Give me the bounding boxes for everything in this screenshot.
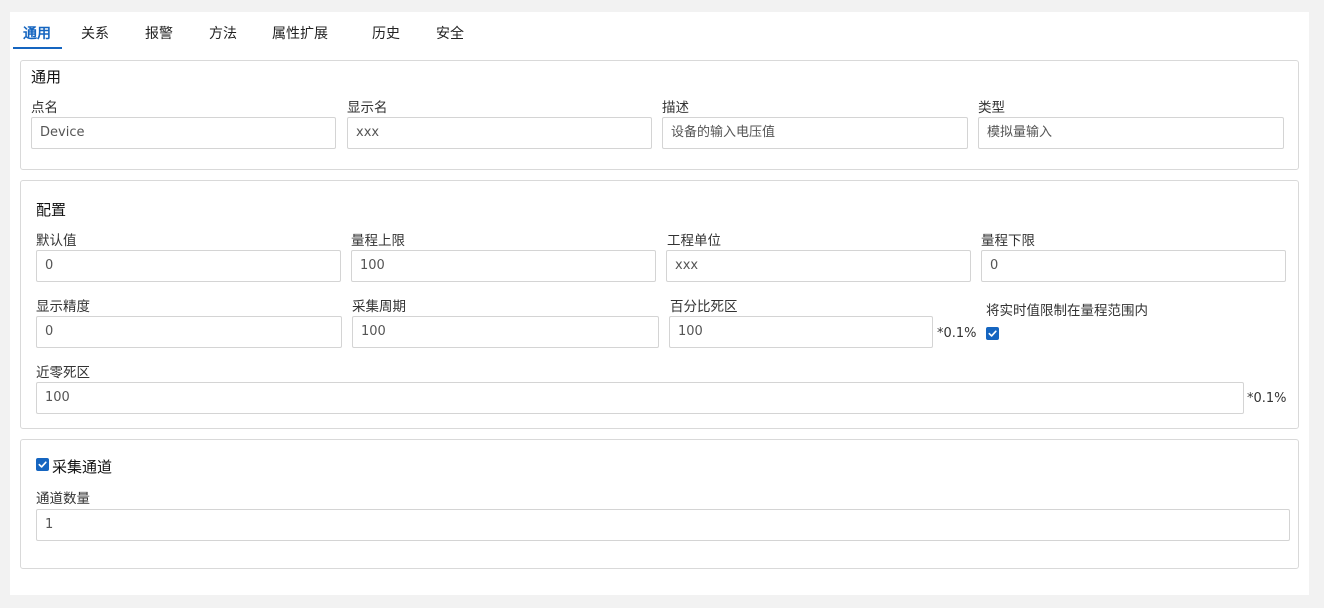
tab-bar: 通用 关系 报警 方法 属性扩展 历史 安全 — [10, 12, 1309, 52]
channel-count-input[interactable]: 1 — [36, 509, 1290, 541]
default-value-input[interactable]: 0 — [36, 250, 341, 282]
checkmark-icon — [38, 461, 47, 468]
type-input[interactable]: 模拟量输入 — [978, 117, 1284, 149]
display-precision-label: 显示精度 — [36, 299, 90, 315]
percent-deadband-unit: *0.1% — [937, 326, 977, 341]
clamp-to-range-checkbox[interactable] — [986, 327, 999, 340]
general-section: 通用 点名 Device 显示名 xxx 描述 设备的输入电压值 类型 模拟量输… — [20, 60, 1299, 170]
range-low-input[interactable]: 0 — [981, 250, 1286, 282]
engineering-unit-input[interactable]: xxx — [666, 250, 971, 282]
near-zero-deadband-input[interactable]: 100 — [36, 382, 1244, 414]
range-low-label: 量程下限 — [981, 233, 1035, 249]
sample-period-label: 采集周期 — [352, 299, 406, 315]
channel-section-title: 采集通道 — [52, 458, 113, 476]
channel-count-label: 通道数量 — [36, 491, 90, 507]
property-panel: 通用 关系 报警 方法 属性扩展 历史 安全 通用 点名 Device 显示名 … — [10, 12, 1309, 595]
tab-alarms[interactable]: 报警 — [145, 23, 173, 43]
sample-period-input[interactable]: 100 — [352, 316, 659, 348]
percent-deadband-label: 百分比死区 — [670, 299, 738, 315]
display-name-input[interactable]: xxx — [347, 117, 652, 149]
description-input[interactable]: 设备的输入电压值 — [662, 117, 968, 149]
engineering-unit-label: 工程单位 — [667, 233, 721, 249]
near-zero-deadband-unit: *0.1% — [1247, 391, 1287, 406]
near-zero-deadband-label: 近零死区 — [36, 365, 90, 381]
range-high-input[interactable]: 100 — [351, 250, 656, 282]
tab-property-extension[interactable]: 属性扩展 — [272, 23, 328, 43]
point-name-input[interactable]: Device — [31, 117, 336, 149]
tab-relations[interactable]: 关系 — [81, 23, 109, 43]
channel-enable-checkbox[interactable] — [36, 458, 49, 471]
tab-history[interactable]: 历史 — [372, 23, 400, 43]
type-label: 类型 — [978, 100, 1005, 116]
config-section-title: 配置 — [36, 201, 67, 219]
point-name-label: 点名 — [31, 100, 58, 116]
description-label: 描述 — [662, 100, 689, 116]
display-precision-input[interactable]: 0 — [36, 316, 342, 348]
range-high-label: 量程上限 — [351, 233, 405, 249]
general-section-title: 通用 — [31, 68, 62, 86]
channel-section: 采集通道 通道数量 1 — [20, 439, 1299, 569]
tab-methods[interactable]: 方法 — [209, 23, 237, 43]
tab-security[interactable]: 安全 — [436, 23, 464, 43]
clamp-to-range-label: 将实时值限制在量程范围内 — [986, 303, 1148, 319]
percent-deadband-input[interactable]: 100 — [669, 316, 933, 348]
config-section: 配置 默认值 0 量程上限 100 工程单位 xxx 量程下限 0 显示精度 0… — [20, 180, 1299, 429]
default-value-label: 默认值 — [36, 233, 77, 249]
display-name-label: 显示名 — [347, 100, 388, 116]
tab-general[interactable]: 通用 — [23, 23, 51, 43]
active-tab-indicator — [13, 47, 62, 49]
checkmark-icon — [988, 330, 997, 337]
